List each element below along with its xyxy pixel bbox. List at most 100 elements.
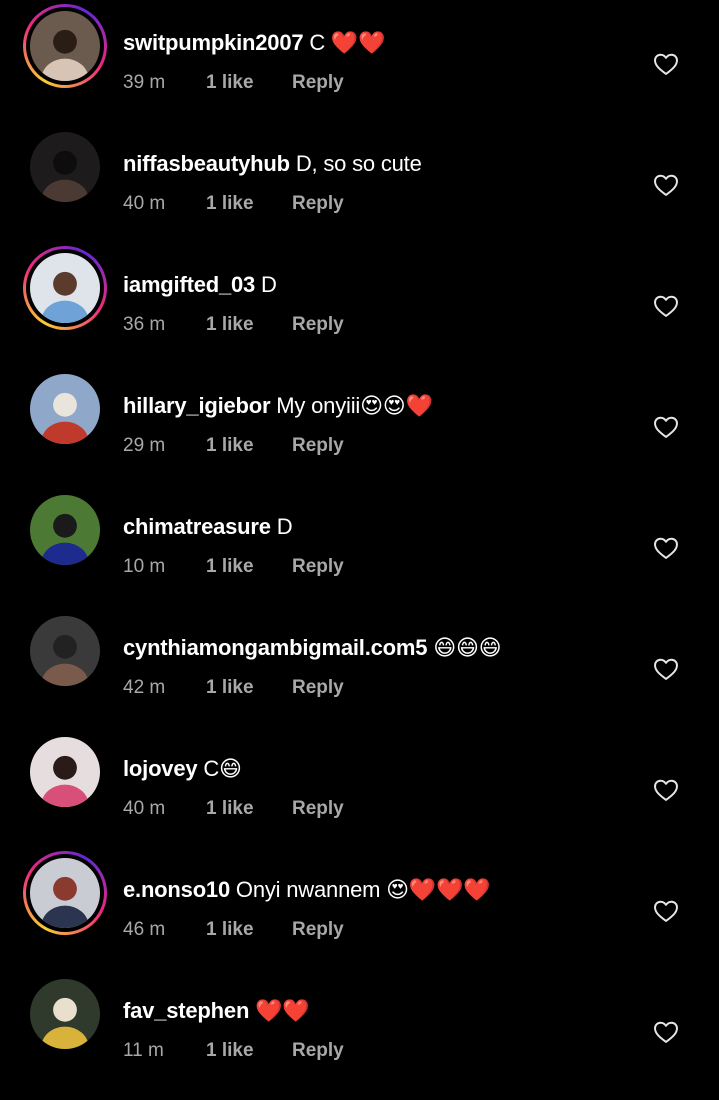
comment-meta: 11 m 1 like Reply bbox=[123, 1038, 344, 1064]
likes-count-link[interactable]: 1 like bbox=[206, 917, 292, 943]
like-button[interactable] bbox=[652, 413, 680, 441]
comment-text: fav_stephen ❤️❤️ bbox=[123, 996, 310, 1026]
comment-meta: 10 m 1 like Reply bbox=[123, 554, 344, 580]
like-button[interactable] bbox=[652, 655, 680, 683]
comment-time: 46 m bbox=[123, 919, 166, 940]
comment-username[interactable]: switpumpkin2007 bbox=[123, 30, 304, 55]
comment-time: 40 m bbox=[123, 193, 166, 214]
comment-item: fav_stephen ❤️❤️ 11 m 1 like Reply bbox=[0, 968, 719, 1089]
avatar[interactable] bbox=[23, 730, 107, 814]
comment-text: lojovey C😄 bbox=[123, 754, 242, 784]
comment-time: 39 m bbox=[123, 72, 166, 93]
comment-username[interactable]: cynthiamongambigmail.com5 bbox=[123, 635, 427, 660]
heart-outline-icon bbox=[654, 1021, 678, 1043]
avatar-image bbox=[30, 253, 100, 323]
comment-list: switpumpkin2007 C ❤️❤️ 39 m1 likeReply bbox=[0, 0, 719, 1100]
comment-body: C😄 bbox=[197, 756, 242, 781]
avatar[interactable] bbox=[23, 488, 107, 572]
comment-body: D bbox=[255, 272, 277, 297]
comment-username[interactable]: lojovey bbox=[123, 756, 198, 781]
comment-username[interactable]: niffasbeautyhub bbox=[123, 151, 290, 176]
comment-username[interactable]: chimatreasure bbox=[123, 514, 271, 539]
comment-item: cynthiamongambigmail.com5 😄😄😄 42 m 1 like… bbox=[0, 605, 719, 726]
comment-username[interactable]: hillary_igiebor bbox=[123, 393, 271, 418]
comment-text: hillary_igiebor My onyiii😍😍❤️ bbox=[123, 391, 433, 421]
comment-meta: 40 m 1 like Reply bbox=[123, 796, 344, 822]
comment-text: iamgifted_03 D bbox=[123, 270, 277, 300]
comment-text: chimatreasure D bbox=[123, 512, 293, 542]
avatar[interactable] bbox=[23, 609, 107, 693]
heart-outline-icon bbox=[654, 295, 678, 317]
heart-outline-icon bbox=[654, 658, 678, 680]
likes-count-link[interactable]: 1 like bbox=[206, 191, 292, 217]
avatar[interactable] bbox=[23, 367, 107, 451]
avatar-image bbox=[30, 495, 100, 565]
reply-button[interactable]: Reply bbox=[292, 433, 344, 459]
avatar[interactable] bbox=[23, 4, 107, 88]
likes-count-link[interactable]: 1 like bbox=[206, 312, 292, 338]
comment-time: 40 m bbox=[123, 798, 166, 819]
comment-username[interactable]: fav_stephen bbox=[123, 998, 249, 1023]
comment-meta: 46 m 1 like Reply bbox=[123, 917, 344, 943]
like-button[interactable] bbox=[652, 534, 680, 562]
avatar-image bbox=[30, 11, 100, 81]
avatar-image bbox=[30, 374, 100, 444]
comment-time: 42 m bbox=[123, 677, 166, 698]
reply-button[interactable]: Reply bbox=[292, 1038, 344, 1064]
comment-body: 😄😄😄 bbox=[427, 635, 502, 660]
like-button[interactable] bbox=[652, 292, 680, 320]
comment-item: e.nonso10 Onyi nwannem 😍❤️❤️❤️ 46 m 1 lik… bbox=[0, 847, 719, 968]
likes-count-link[interactable]: 1 like bbox=[206, 1038, 292, 1064]
like-button[interactable] bbox=[652, 1018, 680, 1046]
comment-item: chimatreasure D 10 m 1 like Reply bbox=[0, 484, 719, 605]
like-button[interactable] bbox=[652, 50, 680, 78]
reply-button[interactable]: Reply bbox=[292, 70, 344, 96]
comment-body: D bbox=[270, 514, 293, 539]
comment-meta: 29 m 1 like Reply bbox=[123, 433, 344, 459]
comment-body: D, so so cute bbox=[289, 151, 422, 176]
comment-meta: 36 m 1 like Reply bbox=[123, 312, 344, 338]
avatar[interactable] bbox=[23, 851, 107, 935]
likes-count-link[interactable]: 1 like bbox=[206, 554, 292, 580]
avatar-image bbox=[30, 979, 100, 1049]
heart-outline-icon bbox=[654, 900, 678, 922]
comment-username[interactable]: iamgifted_03 bbox=[123, 272, 255, 297]
avatar[interactable] bbox=[23, 246, 107, 330]
reply-button[interactable]: Reply bbox=[292, 796, 344, 822]
comment-meta: 39 m 1 like Reply bbox=[123, 70, 344, 96]
avatar-image bbox=[30, 132, 100, 202]
comment-body: My onyiii😍😍❤️ bbox=[270, 393, 433, 418]
comment-body: ❤️❤️ bbox=[249, 998, 310, 1023]
comment-time: 10 m bbox=[123, 556, 166, 577]
reply-button[interactable]: Reply bbox=[292, 917, 344, 943]
comment-text: cynthiamongambigmail.com5 😄😄😄 bbox=[123, 633, 502, 663]
comment-text: switpumpkin2007 C ❤️❤️ bbox=[123, 28, 386, 58]
likes-count-link[interactable]: 1 like bbox=[206, 433, 292, 459]
heart-outline-icon bbox=[654, 537, 678, 559]
comment-time: 36 m bbox=[123, 314, 166, 335]
comment-username[interactable]: e.nonso10 bbox=[123, 877, 230, 902]
reply-button[interactable]: Reply bbox=[292, 554, 344, 580]
comment-item: lojovey C😄 40 m 1 like Reply bbox=[0, 726, 719, 847]
reply-button[interactable]: Reply bbox=[292, 191, 344, 217]
like-button[interactable] bbox=[652, 171, 680, 199]
comment-body: Onyi nwannem 😍❤️❤️❤️ bbox=[230, 877, 491, 902]
reply-button[interactable]: Reply bbox=[292, 312, 344, 338]
avatar-image bbox=[30, 737, 100, 807]
likes-count-link[interactable]: 1 like bbox=[206, 70, 292, 96]
comment-text: e.nonso10 Onyi nwannem 😍❤️❤️❤️ bbox=[123, 875, 491, 905]
comment-item: niffasbeautyhub D, so so cute 40 m 1 like… bbox=[0, 121, 719, 242]
avatar[interactable] bbox=[23, 972, 107, 1056]
like-button[interactable] bbox=[652, 897, 680, 925]
likes-count-link[interactable]: 1 like bbox=[206, 675, 292, 701]
avatar[interactable] bbox=[23, 125, 107, 209]
heart-outline-icon bbox=[654, 53, 678, 75]
heart-outline-icon bbox=[654, 416, 678, 438]
comment-body: C ❤️❤️ bbox=[303, 30, 386, 55]
like-button[interactable] bbox=[652, 776, 680, 804]
reply-button[interactable]: Reply bbox=[292, 675, 344, 701]
comment-time: 29 m bbox=[123, 435, 166, 456]
comment-item: hillary_igiebor My onyiii😍😍❤️ 29 m 1 like… bbox=[0, 363, 719, 484]
likes-count-link[interactable]: 1 like bbox=[206, 796, 292, 822]
heart-outline-icon bbox=[654, 779, 678, 801]
